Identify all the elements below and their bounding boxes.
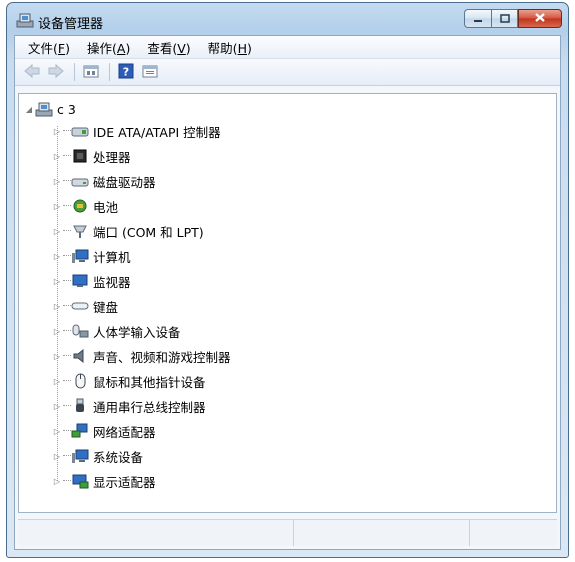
collapse-icon[interactable]: ◢ bbox=[23, 103, 35, 115]
toolbar-separator bbox=[109, 63, 110, 81]
window-controls bbox=[464, 9, 562, 29]
properties-view-button[interactable] bbox=[80, 62, 102, 82]
maximize-button[interactable] bbox=[491, 9, 518, 28]
disk-drive-icon bbox=[71, 173, 89, 189]
forward-button[interactable] bbox=[45, 62, 67, 82]
menu-file[interactable]: 文件(F) bbox=[28, 38, 70, 57]
tree-node[interactable]: ▷ 磁盘驱动器 bbox=[51, 170, 156, 192]
system-device-icon bbox=[71, 448, 89, 464]
device-manager-window: 设备管理器 文件(F) 操作(A) 查看(V) 帮助(H) ? ◢ c 3 ▷ … bbox=[6, 2, 569, 558]
expand-icon[interactable]: ▷ bbox=[51, 300, 63, 312]
client-area: 文件(F) 操作(A) 查看(V) 帮助(H) ? ◢ c 3 ▷ IDE AT… bbox=[14, 35, 561, 550]
tree-node[interactable]: ▷ 通用串行总线控制器 bbox=[51, 395, 206, 417]
back-button[interactable] bbox=[21, 62, 43, 82]
expand-icon[interactable]: ▷ bbox=[51, 250, 63, 262]
menu-view[interactable]: 查看(V) bbox=[147, 38, 190, 57]
tree-node[interactable]: ▷ 系统设备 bbox=[51, 445, 143, 467]
expand-icon[interactable]: ▷ bbox=[51, 175, 63, 187]
tree-node[interactable]: ▷ 电池 bbox=[51, 195, 118, 217]
status-pane bbox=[294, 520, 470, 546]
expand-icon[interactable]: ▷ bbox=[51, 450, 63, 462]
expand-icon[interactable]: ▷ bbox=[51, 325, 63, 337]
window-title: 设备管理器 bbox=[38, 17, 104, 32]
tree-node[interactable]: ▷ 显示适配器 bbox=[51, 470, 156, 492]
title-bar[interactable]: 设备管理器 bbox=[7, 3, 568, 33]
expand-icon[interactable]: ▷ bbox=[51, 200, 63, 212]
tree-node[interactable]: ▷ 声音、视频和游戏控制器 bbox=[51, 345, 231, 367]
expand-icon[interactable]: ▷ bbox=[51, 350, 63, 362]
network-adapter-icon bbox=[71, 423, 89, 439]
hid-icon bbox=[71, 323, 89, 339]
expand-icon[interactable]: ▷ bbox=[51, 375, 63, 387]
toolbar-separator bbox=[74, 63, 75, 81]
usb-icon bbox=[71, 398, 89, 414]
battery-icon bbox=[71, 198, 89, 214]
keyboard-icon bbox=[71, 298, 89, 314]
expand-icon[interactable]: ▷ bbox=[51, 150, 63, 162]
expand-icon[interactable]: ▷ bbox=[51, 225, 63, 237]
tree-node[interactable]: ▷ 处理器 bbox=[51, 145, 131, 167]
console-view-button[interactable] bbox=[139, 62, 161, 82]
port-icon bbox=[71, 223, 89, 239]
sound-icon bbox=[71, 348, 89, 364]
minimize-button[interactable] bbox=[464, 9, 491, 28]
properties-view-icon bbox=[83, 64, 99, 81]
maximize-icon bbox=[499, 12, 510, 26]
ide-controller-icon bbox=[71, 123, 89, 139]
processor-icon bbox=[71, 148, 89, 164]
menu-help[interactable]: 帮助(H) bbox=[208, 38, 252, 57]
root-computer-name: c 3 bbox=[57, 101, 76, 117]
status-pane bbox=[470, 520, 557, 546]
tree-node[interactable]: ▷ 网络适配器 bbox=[51, 420, 156, 442]
tree-node[interactable]: ▷ 端口 (COM 和 LPT) bbox=[51, 220, 204, 242]
expand-icon[interactable]: ▷ bbox=[51, 425, 63, 437]
menu-action[interactable]: 操作(A) bbox=[87, 38, 130, 57]
expand-icon[interactable]: ▷ bbox=[51, 475, 63, 487]
computer-root-icon bbox=[35, 101, 53, 117]
status-bar bbox=[18, 519, 557, 546]
tree-node[interactable]: ▷ 人体学输入设备 bbox=[51, 320, 181, 342]
monitor-icon bbox=[71, 273, 89, 289]
expand-icon[interactable]: ▷ bbox=[51, 125, 63, 137]
tree-node[interactable]: ▷ 键盘 bbox=[51, 295, 118, 317]
computer-icon bbox=[71, 248, 89, 264]
back-icon bbox=[23, 63, 41, 81]
forward-icon bbox=[47, 63, 65, 81]
toolbar: ? bbox=[15, 59, 560, 86]
close-button[interactable] bbox=[518, 9, 562, 28]
minimize-icon bbox=[473, 12, 483, 26]
menu-bar: 文件(F) 操作(A) 查看(V) 帮助(H) bbox=[15, 36, 560, 59]
tree-root-node[interactable]: ◢ c 3 bbox=[23, 98, 76, 120]
display-adapter-icon bbox=[71, 473, 89, 489]
svg-text:?: ? bbox=[123, 65, 129, 78]
tree-node[interactable]: ▷ 鼠标和其他指针设备 bbox=[51, 370, 206, 392]
tree-node[interactable]: ▷ 监视器 bbox=[51, 270, 131, 292]
tree-node[interactable]: ▷ 计算机 bbox=[51, 245, 131, 267]
help-icon: ? bbox=[118, 63, 134, 82]
status-pane bbox=[18, 520, 294, 546]
tree-node[interactable]: ▷ IDE ATA/ATAPI 控制器 bbox=[51, 120, 221, 142]
help-button[interactable]: ? bbox=[115, 62, 137, 82]
expand-icon[interactable]: ▷ bbox=[51, 275, 63, 287]
console-view-icon bbox=[142, 64, 158, 81]
device-tree[interactable]: ◢ c 3 ▷ IDE ATA/ATAPI 控制器 ▷ 处理器 ▷ 磁盘驱动器 bbox=[18, 93, 557, 513]
device-manager-app-icon bbox=[16, 12, 34, 28]
expand-icon[interactable]: ▷ bbox=[51, 400, 63, 412]
mouse-icon bbox=[71, 373, 89, 389]
close-icon bbox=[534, 12, 546, 26]
